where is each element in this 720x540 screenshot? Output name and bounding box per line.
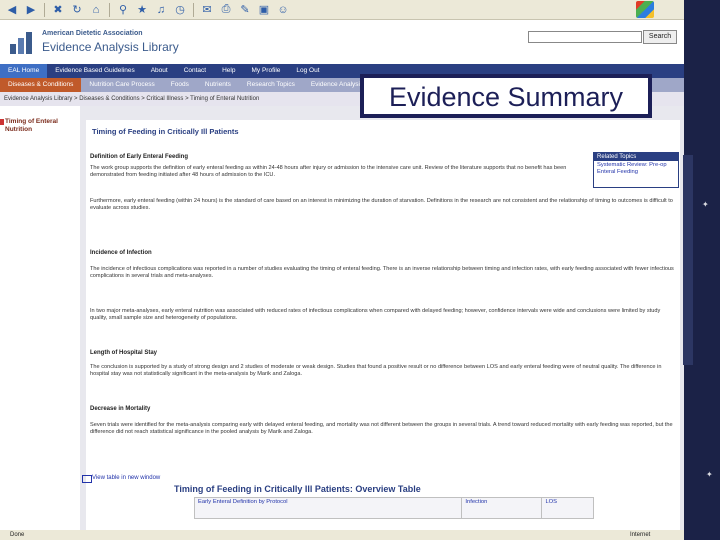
new-window-icon (82, 475, 92, 483)
section-heading: Decrease in Mortality (90, 406, 151, 412)
forward-icon[interactable]: ▶ (23, 2, 39, 18)
section-heading: Length of Hospital Stay (90, 350, 158, 356)
new-window-label: View table in new window (92, 475, 161, 481)
related-topics-box: Related Topics Systematic Review: Pre-op… (593, 152, 679, 188)
related-topic-link[interactable]: Systematic Review: Pre-op Enteral Feedin… (594, 161, 678, 177)
table-row: Early Enteral Definition by Protocol Inf… (193, 497, 594, 519)
evidence-summary-banner: Evidence Summary (360, 74, 652, 118)
discuss-icon[interactable]: ▣ (256, 2, 272, 18)
status-bar: Done Internet (0, 530, 684, 540)
site-header: American Dietetic Association Evidence A… (0, 20, 684, 64)
media-icon[interactable]: ♫ (153, 2, 169, 18)
article-title: Timing of Feeding in Critically Ill Pati… (92, 127, 239, 136)
paragraph: The work group supports the definition o… (90, 165, 567, 178)
nav-guidelines[interactable]: Evidence Based Guidelines (47, 64, 143, 78)
nav-about[interactable]: About (143, 64, 176, 78)
overview-table: Early Enteral Definition by Protocol Inf… (193, 497, 594, 519)
toolbar-separator (109, 2, 110, 17)
scrollbar-thumb[interactable] (683, 155, 693, 365)
search-button[interactable]: Search (643, 30, 677, 44)
home-icon[interactable]: ⌂ (88, 2, 104, 18)
nav-nutrition-care-process[interactable]: Nutrition Care Process (81, 78, 162, 92)
section-heading: Incidence of Infection (90, 250, 152, 256)
nav-foods[interactable]: Foods (163, 78, 197, 92)
library-name: Evidence Analysis Library (42, 40, 179, 54)
security-zone: Internet (630, 532, 651, 538)
evidence-summary-label: Evidence Summary (388, 82, 624, 112)
nav-contact[interactable]: Contact (176, 64, 214, 78)
nav-help[interactable]: Help (214, 64, 243, 78)
refresh-icon[interactable]: ↻ (69, 2, 85, 18)
status-text: Done (10, 532, 25, 538)
ada-logo-icon (10, 32, 32, 54)
toolbar-separator (193, 2, 194, 17)
section-heading: Definition of Early Enteral Feeding (90, 154, 189, 160)
nav-log-out[interactable]: Log Out (288, 64, 327, 78)
bullet-icon (0, 119, 4, 125)
overview-table-title: Timing of Feeding in Critically Ill Pati… (174, 484, 421, 494)
sparkle-icon: ✦ (702, 200, 709, 209)
history-icon[interactable]: ◷ (172, 2, 188, 18)
article: Timing of Feeding in Critically Ill Pati… (82, 120, 680, 530)
evidence-summary-inner: Evidence Summary (364, 78, 648, 114)
edit-icon[interactable]: ✎ (237, 2, 253, 18)
print-icon[interactable]: ⎙ (218, 2, 234, 18)
favorites-icon[interactable]: ★ (134, 2, 150, 18)
table-header-cell: LOS (541, 497, 594, 519)
paragraph: Seven trials were identified for the met… (90, 422, 673, 435)
new-window-link[interactable]: View table in new window (82, 475, 161, 483)
back-icon[interactable]: ◀ (4, 2, 20, 18)
stop-icon[interactable]: ✖ (50, 2, 66, 18)
messenger-icon[interactable]: ☺ (275, 2, 291, 18)
nav-research-topics[interactable]: Research Topics (239, 78, 303, 92)
browser-toolbar: ◀ ▶ ✖ ↻ ⌂ ⚲ ★ ♫ ◷ ✉ ⎙ ✎ ▣ ☺ (0, 0, 684, 20)
toolbar-separator (44, 2, 45, 17)
windows-logo-icon (636, 1, 654, 18)
org-name: American Dietetic Association (42, 30, 143, 37)
search-input[interactable] (528, 31, 642, 43)
nav-eal-home[interactable]: EAL Home (0, 64, 48, 78)
paragraph: The conclusion is supported by a study o… (90, 364, 662, 377)
table-header-cell: Early Enteral Definition by Protocol (193, 497, 463, 519)
nav-nutrients[interactable]: Nutrients (197, 78, 239, 92)
left-panel: Timing of Enteral Nutrition (0, 106, 80, 530)
sparkle-icon: ✦ (706, 470, 713, 479)
table-header-cell: Infection (461, 497, 543, 519)
paragraph: Furthermore, early enteral feeding (with… (90, 198, 673, 211)
left-panel-title[interactable]: Timing of Enteral Nutrition (5, 118, 77, 134)
paragraph: In two major meta-analyses, early entera… (90, 308, 661, 321)
mail-icon[interactable]: ✉ (199, 2, 215, 18)
nav-diseases-conditions[interactable]: Diseases & Conditions (0, 78, 82, 92)
related-topics-heading: Related Topics (594, 153, 678, 161)
paragraph: The incidence of infectious complication… (90, 266, 674, 279)
search-icon[interactable]: ⚲ (115, 2, 131, 18)
nav-my-profile[interactable]: My Profile (243, 64, 288, 78)
